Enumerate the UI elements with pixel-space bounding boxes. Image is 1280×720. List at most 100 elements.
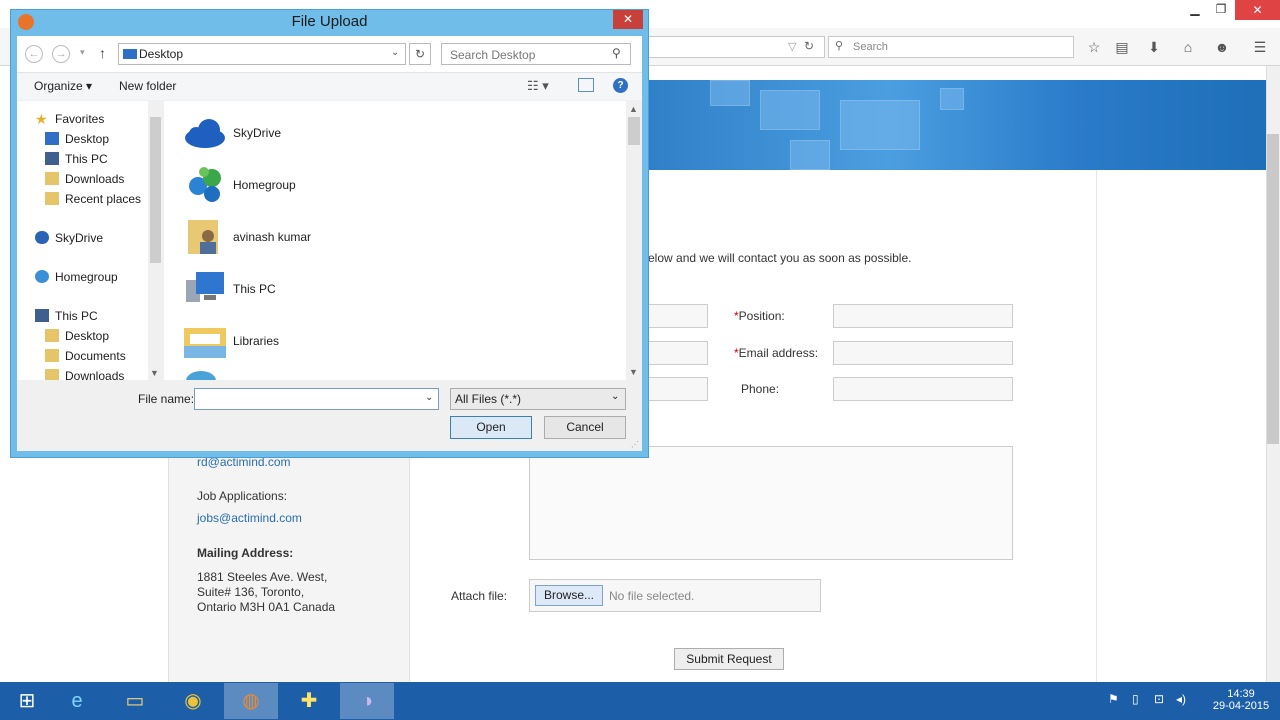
downloads-folder-icon: [45, 172, 59, 185]
view-options-icon[interactable]: ☷ ▾: [527, 78, 549, 94]
email-field[interactable]: [833, 341, 1013, 365]
installer-icon[interactable]: ✚: [282, 683, 336, 719]
browser-search-input[interactable]: ⚲ Search: [828, 36, 1074, 58]
resize-grip-icon[interactable]: ⋰: [631, 440, 639, 449]
internet-explorer-icon[interactable]: e: [50, 683, 104, 719]
list-item-user-folder[interactable]: avinash kumar: [164, 213, 604, 259]
flag-icon[interactable]: ⚑: [1108, 692, 1119, 706]
windows-start-icon[interactable]: ⊞: [0, 683, 54, 719]
file-explorer-icon[interactable]: ▭: [108, 683, 162, 719]
reading-list-icon[interactable]: ▤: [1112, 38, 1132, 56]
intro-text: elow and we will contact you as soon as …: [648, 251, 912, 265]
firefox-icon[interactable]: ◍: [224, 683, 278, 719]
scroll-up-icon[interactable]: ▲: [629, 104, 638, 114]
network-icon: [186, 371, 216, 380]
file-list-pane: SkyDrive Homegroup avinash kumar This PC…: [164, 101, 626, 380]
recent-places-icon: [45, 192, 59, 205]
computer-icon: [45, 152, 59, 165]
home-icon[interactable]: ⌂: [1178, 38, 1198, 56]
recent-locations-icon[interactable]: ▾: [80, 47, 85, 58]
nav-pane-scroll-thumb[interactable]: [150, 117, 161, 263]
list-item-homegroup[interactable]: Homegroup: [164, 161, 604, 207]
power-icon[interactable]: ▯: [1132, 692, 1139, 706]
nav-item-skydrive[interactable]: SkyDrive: [17, 228, 162, 248]
dropdown-arrow-icon[interactable]: ▽: [788, 40, 796, 53]
browser-close-button[interactable]: ✕: [1235, 0, 1280, 20]
message-textarea[interactable]: [529, 446, 1013, 560]
nav-item-homegroup[interactable]: Homegroup: [17, 267, 162, 287]
menu-icon[interactable]: ☰: [1250, 38, 1270, 56]
job-applications-label: Job Applications:: [197, 489, 288, 503]
list-item-skydrive[interactable]: SkyDrive: [164, 109, 604, 155]
address-value: Desktop: [139, 47, 184, 61]
nav-item-downloads[interactable]: Downloads: [17, 169, 162, 189]
refresh-icon[interactable]: ↻: [409, 43, 431, 65]
back-arrow-icon[interactable]: ←: [25, 45, 43, 63]
nav-item-recent-places[interactable]: Recent places: [17, 189, 162, 209]
phone-field[interactable]: [833, 377, 1013, 401]
clock[interactable]: 14:39 29-04-2015: [1208, 688, 1274, 712]
up-arrow-icon[interactable]: ↑: [99, 45, 106, 61]
nav-item-this-pc[interactable]: This PC: [17, 306, 162, 326]
scroll-down-icon[interactable]: ▼: [150, 368, 159, 378]
city-field[interactable]: [648, 377, 708, 401]
file-name-input[interactable]: [194, 388, 439, 410]
address-bar[interactable]: Desktop ⌄: [118, 43, 406, 65]
nav-item-favorites[interactable]: ★ Favorites: [17, 109, 162, 129]
nav-item-desktop[interactable]: Desktop: [17, 326, 162, 346]
help-icon[interactable]: ?: [613, 78, 628, 93]
search-icon: ⚲: [612, 46, 621, 60]
chevron-down-icon[interactable]: ⌄: [425, 392, 433, 403]
preview-pane-icon[interactable]: [578, 78, 594, 92]
position-label: *Position:: [734, 309, 785, 323]
organize-button[interactable]: Organize ▾: [34, 79, 92, 93]
nav-item-this-pc[interactable]: This PC: [17, 149, 162, 169]
browse-button[interactable]: Browse...: [535, 585, 603, 606]
chevron-down-icon[interactable]: ⌄: [611, 391, 619, 402]
file-type-select[interactable]: All Files (*.*) ⌄: [450, 388, 626, 410]
scroll-down-icon[interactable]: ▼: [629, 367, 638, 377]
company-field[interactable]: [648, 341, 708, 365]
nav-item-documents[interactable]: Documents: [17, 346, 162, 366]
list-item-libraries[interactable]: Libraries: [164, 317, 604, 363]
nav-item-downloads[interactable]: Downloads: [17, 366, 162, 380]
submit-request-button[interactable]: Submit Request: [674, 648, 784, 670]
jobs-email-link[interactable]: jobs@actimind.com: [197, 511, 302, 525]
search-icon: ⚲: [835, 40, 844, 52]
open-button[interactable]: Open: [450, 416, 532, 439]
folder-icon: [45, 349, 59, 362]
desktop-icon: [123, 49, 137, 59]
user-folder-icon: [188, 220, 218, 254]
network-icon[interactable]: ⊡: [1154, 692, 1164, 706]
volume-icon[interactable]: ◂): [1176, 692, 1186, 706]
attach-file-label: Attach file:: [451, 589, 508, 603]
dialog-close-button[interactable]: ✕: [613, 10, 643, 29]
cancel-button[interactable]: Cancel: [544, 416, 626, 439]
position-field[interactable]: [833, 304, 1013, 328]
url-bar[interactable]: ▽ ↻: [640, 36, 825, 58]
dialog-search-input[interactable]: Search Desktop ⚲: [441, 43, 631, 65]
address-line: 1881 Steeles Ave. West,: [197, 570, 328, 584]
list-item-this-pc[interactable]: This PC: [164, 265, 604, 311]
dialog-search-placeholder: Search Desktop: [450, 48, 536, 62]
no-file-text: No file selected.: [609, 589, 695, 603]
chevron-down-icon[interactable]: ⌄: [391, 47, 399, 58]
homegroup-icon: [35, 270, 49, 283]
name-field[interactable]: [648, 304, 708, 328]
nav-item-desktop[interactable]: Desktop: [17, 129, 162, 149]
navigation-pane: ★ Favorites Desktop This PC Downloads Rec…: [17, 101, 163, 380]
bookmark-star-icon[interactable]: ☆: [1084, 38, 1104, 56]
address-line: Suite# 136, Toronto,: [197, 585, 305, 599]
file-list-scroll-thumb[interactable]: [628, 117, 640, 145]
skydrive-icon: [185, 119, 225, 148]
eclipse-icon[interactable]: ◑: [340, 683, 394, 719]
file-type-value: All Files (*.*): [455, 392, 522, 406]
chat-icon[interactable]: ☻: [1212, 38, 1232, 56]
page-scroll-thumb[interactable]: [1267, 134, 1279, 444]
download-icon[interactable]: ⬇: [1144, 38, 1164, 56]
restore-icon[interactable]: ❐: [1206, 2, 1236, 20]
forward-arrow-icon[interactable]: →: [52, 45, 70, 63]
reload-icon[interactable]: ↻: [804, 39, 814, 53]
chrome-icon[interactable]: ◉: [166, 683, 220, 719]
new-folder-button[interactable]: New folder: [119, 79, 176, 93]
